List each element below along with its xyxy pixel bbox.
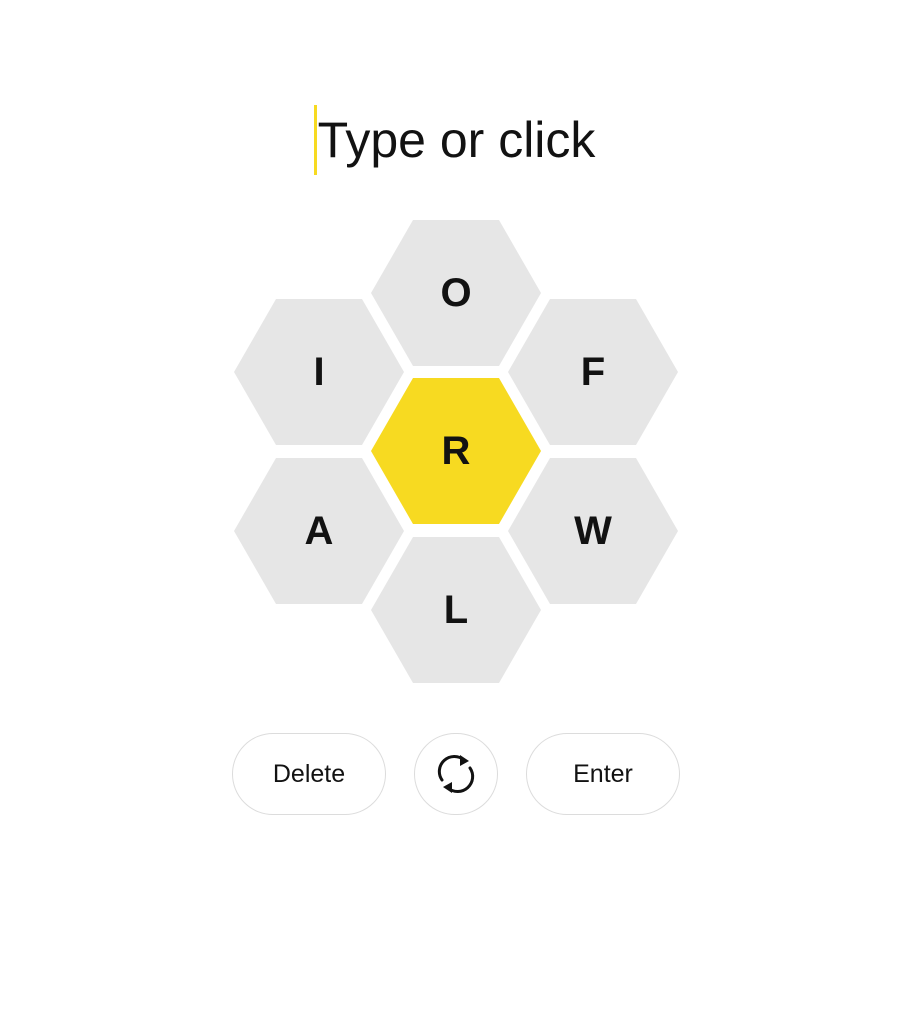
- delete-button[interactable]: Delete: [232, 733, 386, 815]
- letter-hive: O I F R A W L: [0, 0, 909, 720]
- shuffle-button[interactable]: [414, 733, 498, 815]
- shuffle-icon: [437, 755, 475, 793]
- hive-controls: Delete Enter: [0, 733, 909, 817]
- hive-cell-bottom[interactable]: L: [371, 536, 541, 684]
- enter-button[interactable]: Enter: [526, 733, 680, 815]
- hex-outer-shape: [371, 537, 541, 683]
